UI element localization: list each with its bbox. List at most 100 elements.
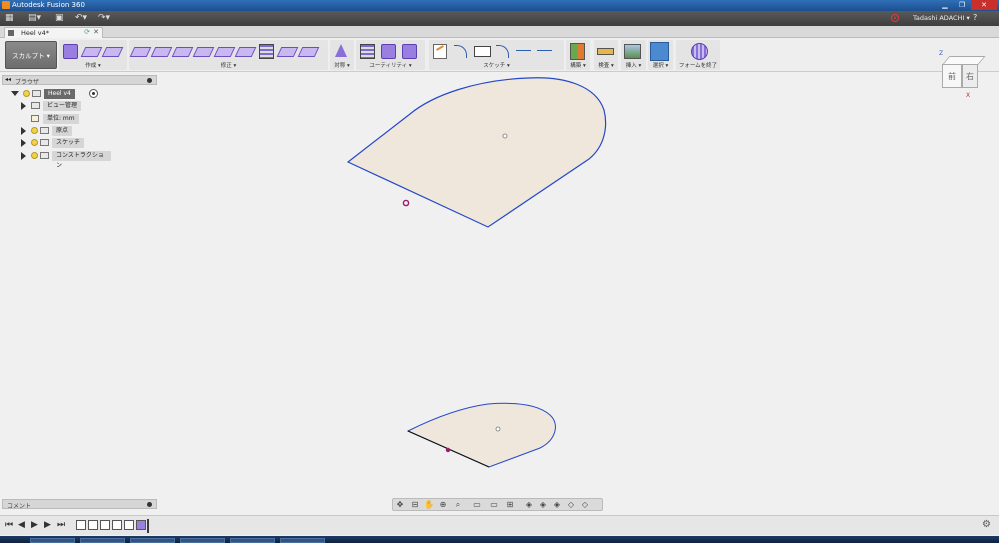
comments-title: コメント [7, 503, 32, 510]
fill-hole-icon[interactable] [257, 42, 274, 59]
window-title: Autodesk Fusion 360 [12, 1, 85, 9]
z-axis-label: Z [939, 50, 944, 57]
save-icon[interactable]: ▣ [55, 13, 64, 24]
insert-image-icon[interactable] [623, 42, 641, 59]
play-icon[interactable]: ▶ [31, 520, 38, 530]
line-tool-icon[interactable] [452, 42, 469, 59]
selected-point-marker[interactable] [402, 199, 410, 207]
help-icon[interactable]: ? [973, 13, 977, 22]
taskbar-item[interactable] [230, 538, 275, 543]
maximize-button[interactable]: ❐ [954, 0, 970, 10]
x-axis-label: X [966, 92, 971, 99]
select-icon[interactable] [650, 42, 669, 61]
go-to-start-icon[interactable]: ⏮ [5, 520, 13, 530]
comments-add-icon[interactable] [147, 502, 152, 507]
smooth-display-icon[interactable]: ◈ [538, 500, 548, 510]
measure-icon[interactable] [596, 42, 614, 59]
merge-edge-icon[interactable] [215, 42, 232, 59]
modify-group[interactable]: 修正 ▾ [129, 40, 328, 70]
small-profile-center-point[interactable] [495, 426, 501, 432]
step-forward-icon[interactable]: ▶ [44, 520, 51, 530]
box-icon[interactable] [61, 42, 78, 59]
go-to-end-icon[interactable]: ⏭ [57, 520, 65, 530]
taskbar-item[interactable] [130, 538, 175, 543]
subdivide-icon[interactable] [173, 42, 190, 59]
document-tab[interactable]: Heel v4* ⟳ ✕ [4, 27, 103, 38]
crease-icon[interactable] [299, 42, 316, 59]
control-frame-icon[interactable]: ◈ [552, 500, 562, 510]
view-cube-right-face[interactable]: 右 [962, 64, 978, 88]
insert-edge-icon[interactable] [152, 42, 169, 59]
3d-canvas[interactable] [0, 72, 999, 498]
minimize-button[interactable]: ▁ [937, 0, 953, 10]
timeline-feature-sketch[interactable] [88, 520, 98, 530]
profile-center-point[interactable] [502, 133, 508, 139]
timeline-feature-form[interactable] [136, 520, 146, 530]
insert-point-icon[interactable] [194, 42, 211, 59]
plane-icon[interactable] [82, 42, 99, 59]
inspect-group[interactable]: 検査 ▾ [594, 40, 618, 70]
comments-panel-header[interactable]: コメント [2, 499, 157, 510]
timeline-settings-gear-icon[interactable]: ⚙ [982, 519, 991, 530]
timeline-marker[interactable] [147, 519, 149, 533]
display-settings-icon[interactable]: ▭ [472, 500, 482, 510]
create-group[interactable]: 作成 ▾ [59, 40, 127, 70]
record-icon[interactable] [891, 14, 899, 22]
finish-form-icon[interactable] [690, 42, 708, 60]
create-sketch-icon[interactable] [431, 42, 448, 59]
view-cube[interactable]: Z 前 右 X [936, 50, 986, 100]
viewports-icon[interactable]: ⊞ [505, 500, 515, 510]
file-menu-icon[interactable]: ▤▾ [28, 13, 41, 24]
bridge-icon[interactable] [236, 42, 253, 59]
timeline-feature-sketch[interactable] [112, 520, 122, 530]
box-display-icon[interactable]: ◈ [524, 500, 534, 510]
repair-body-icon[interactable] [379, 42, 396, 59]
hidden-edges-icon[interactable]: ◇ [580, 500, 590, 510]
edge-point-marker[interactable] [445, 447, 451, 453]
zoom-icon[interactable]: ⊕ [438, 500, 448, 510]
small-sketch-profile[interactable] [406, 402, 556, 468]
convert-icon[interactable] [400, 42, 417, 59]
grid-settings-icon[interactable]: ▭ [489, 500, 499, 510]
taskbar-item[interactable] [30, 538, 75, 543]
close-window-button[interactable]: ✕ [971, 0, 997, 10]
extend-icon[interactable] [536, 42, 553, 59]
spline-tool-icon[interactable] [494, 42, 511, 59]
close-tab-icon[interactable]: ✕ [93, 28, 99, 36]
undo-icon[interactable]: ↶▾ [75, 13, 87, 24]
face-icon[interactable] [103, 42, 120, 59]
insert-group[interactable]: 挿入 ▾ [621, 40, 646, 70]
mirror-icon[interactable] [332, 42, 349, 59]
redo-icon[interactable]: ↷▾ [98, 13, 110, 24]
timeline-feature-sketch[interactable] [100, 520, 110, 530]
look-at-icon[interactable]: ⊟ [410, 500, 420, 510]
step-back-icon[interactable]: ◀ [18, 520, 25, 530]
wireframe-icon[interactable]: ◇ [566, 500, 576, 510]
taskbar-item[interactable] [180, 538, 225, 543]
fit-icon[interactable]: ⌕ [453, 500, 463, 510]
workspace-switcher[interactable]: スカルプト ▾ [5, 41, 57, 69]
sketch-group[interactable]: スケッチ ▾ [429, 40, 564, 70]
edit-form-icon[interactable] [131, 42, 148, 59]
timeline-feature-sketch[interactable] [76, 520, 86, 530]
select-group[interactable]: 選択 ▾ [648, 40, 673, 70]
weld-vertices-icon[interactable] [278, 42, 295, 59]
symmetry-group[interactable]: 対称 ▾ [330, 40, 354, 70]
construct-group[interactable]: 構築 ▾ [566, 40, 590, 70]
trim-icon[interactable] [515, 42, 532, 59]
construct-plane-icon[interactable] [568, 42, 585, 60]
view-cube-front-face[interactable]: 前 [942, 64, 962, 88]
taskbar-item[interactable] [280, 538, 325, 543]
timeline-feature-sketch[interactable] [124, 520, 134, 530]
utility-group[interactable]: ユーティリティ ▾ [356, 40, 425, 70]
orbit-icon[interactable]: ✥ [395, 500, 405, 510]
large-sketch-profile[interactable] [346, 77, 607, 228]
construct-group-label: 構築 ▾ [570, 63, 586, 69]
display-mode-icon[interactable] [358, 42, 375, 59]
data-panel-grid-icon[interactable]: ▦ [5, 13, 14, 24]
taskbar-item[interactable] [80, 538, 125, 543]
user-account-menu[interactable]: Tadashi ADACHI ▾ [913, 14, 970, 22]
pan-icon[interactable]: ✋ [424, 500, 434, 510]
finish-form-group[interactable]: フォームを終了 [676, 40, 720, 70]
rectangle-tool-icon[interactable] [473, 42, 491, 59]
